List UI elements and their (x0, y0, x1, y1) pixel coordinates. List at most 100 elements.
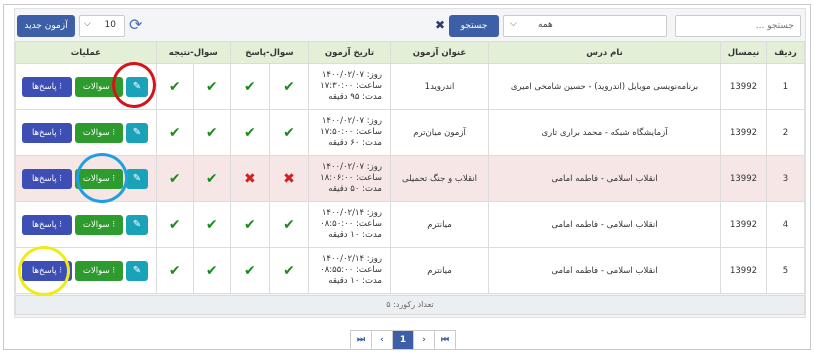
status-cell: ✔ (155, 109, 194, 156)
status-cell: ✔ (229, 247, 270, 294)
edit-icon[interactable]: ✎ (126, 260, 148, 281)
check-icon: ✔ (243, 262, 256, 279)
col-header-course: نام درس (488, 41, 721, 64)
row-date-time: ساعت: ۰۸:۵۰:۰۰ (320, 219, 382, 229)
row-course: انقلاب اسلامی - فاطمه امامی (488, 247, 721, 294)
check-icon: ✔ (283, 262, 295, 279)
toolbar: همه ⌵ جستجو ✖ آزمون جدید 10 ⌵ ⟳ (15, 15, 805, 39)
row-date-time: ساعت: ۱۷:۵۰:۰۰ (320, 127, 382, 137)
row-title: اندروید1 (390, 63, 489, 110)
check-icon: ✔ (205, 170, 218, 187)
row-title: میانترم (390, 201, 489, 248)
col-header-index: ردیف (766, 41, 805, 64)
status-cell: ✔ (229, 109, 270, 156)
cross-icon: ✖ (283, 170, 295, 187)
row-index: 1 (766, 63, 805, 110)
row-term: 13992 (720, 155, 767, 202)
status-cell: ✔ (192, 63, 231, 110)
record-count: تعداد رکورد: ۵ (15, 295, 805, 315)
check-icon: ✔ (283, 78, 295, 95)
check-icon: ✔ (243, 78, 256, 95)
answers-button[interactable]: پاسخ‌ها ⁝ (22, 214, 72, 235)
check-icon: ✔ (243, 124, 256, 141)
answers-button[interactable]: پاسخ‌ها ⁝ (22, 122, 72, 143)
row-term: 13992 (720, 109, 767, 156)
edit-icon[interactable]: ✎ (126, 168, 148, 189)
refresh-icon[interactable]: ⟳ (129, 15, 142, 34)
row-operations: پاسخ‌ها ⁝ سوالات ⁝ ✎ (15, 109, 157, 156)
exam-list-panel: همه ⌵ جستجو ✖ آزمون جدید 10 ⌵ ⟳ ردیف نیم… (14, 8, 806, 318)
table-header-row: ردیف نیمسال نام درس عنوان آزمون تاریخ آز… (15, 41, 805, 64)
row-course: آزمایشگاه شبکه - محمد براری تاری (488, 109, 721, 156)
page-size-value: 10 (104, 20, 116, 30)
check-icon: ✔ (205, 216, 218, 233)
row-index: 3 (766, 155, 805, 202)
row-date: روز: ۱۴۰۰/۰۲/۰۷ ساعت: ۱۷:۳۰:۰۰ مدت: ۹۵ دقی… (308, 63, 391, 110)
row-date-duration: مدت: ۶۰ دقیقه (328, 138, 382, 148)
row-date: روز: ۱۴۰۰/۰۲/۰۷ ساعت: ۱۸:۰۶:۰۰ مدت: ۵۰ دقی… (308, 155, 391, 202)
next-page-button[interactable]: › (413, 330, 435, 350)
answers-button[interactable]: پاسخ‌ها ⁝ (22, 76, 72, 97)
questions-button[interactable]: سوالات ⁝ (75, 214, 123, 235)
row-term: 13992 (720, 247, 767, 294)
row-date-duration: مدت: ۵۰ دقیقه (328, 184, 382, 194)
annotation-blue-circle (76, 153, 128, 203)
status-cell: ✔ (192, 155, 231, 202)
row-index: 5 (766, 247, 805, 294)
col-header-question-answer: سوال-پاسخ (229, 41, 310, 64)
row-date-day: روز: ۱۴۰۰/۰۲/۰۷ (321, 70, 382, 80)
col-header-term: نیمسال (720, 41, 767, 64)
status-cell: ✔ (155, 63, 194, 110)
check-icon: ✔ (168, 170, 181, 187)
row-term: 13992 (720, 201, 767, 248)
row-date-day: روز: ۱۴۰۰/۰۲/۰۷ (321, 162, 382, 172)
row-date-time: ساعت: ۰۸:۵۵:۰۰ (320, 265, 382, 275)
questions-button[interactable]: سوالات ⁝ (75, 122, 123, 143)
row-date: روز: ۱۴۰۰/۰۲/۱۴ ساعت: ۰۸:۵۰:۰۰ مدت: ۱۰ دقی… (308, 201, 391, 248)
status-cell: ✔ (155, 155, 194, 202)
row-title: میانترم (390, 247, 489, 294)
row-date-duration: مدت: ۱۰ دقیقه (328, 230, 382, 240)
row-course: انقلاب اسلامی - فاطمه امامی (488, 201, 721, 248)
clear-filter-icon[interactable]: ✖ (435, 18, 445, 32)
page-1-button[interactable]: 1 (392, 330, 414, 350)
new-exam-button[interactable]: آزمون جدید (17, 15, 75, 37)
search-button[interactable]: جستجو (449, 15, 499, 37)
row-course: انقلاب اسلامی - فاطمه امامی (488, 155, 721, 202)
check-icon: ✔ (168, 262, 181, 279)
status-cell: ✖ (229, 155, 270, 202)
check-icon: ✔ (205, 262, 218, 279)
status-cell: ✔ (268, 201, 310, 248)
answers-button[interactable]: پاسخ‌ها ⁝ (22, 168, 72, 189)
row-term: 13992 (720, 63, 767, 110)
col-header-date: تاریخ آزمون (308, 41, 391, 64)
row-date-day: روز: ۱۴۰۰/۰۲/۱۴ (321, 208, 382, 218)
check-icon: ✔ (205, 78, 218, 95)
page-size-select[interactable]: 10 ⌵ (79, 15, 125, 37)
questions-button[interactable]: سوالات ⁝ (75, 260, 123, 281)
last-page-button[interactable]: ⏮ (434, 330, 456, 350)
row-date: روز: ۱۴۰۰/۰۲/۰۷ ساعت: ۱۷:۵۰:۰۰ مدت: ۶۰ دقی… (308, 109, 391, 156)
table-row: 5 13992 انقلاب اسلامی - فاطمه امامی میانترم… (15, 247, 805, 294)
row-index: 4 (766, 201, 805, 248)
status-cell: ✔ (192, 201, 231, 248)
check-icon: ✔ (205, 124, 218, 141)
status-cell: ✔ (155, 247, 194, 294)
filter-select[interactable]: همه ⌵ (503, 15, 667, 37)
search-input[interactable] (675, 15, 801, 37)
chevron-down-icon: ⌵ (84, 19, 91, 29)
row-date-time: ساعت: ۱۸:۰۶:۰۰ (320, 173, 382, 183)
status-cell: ✔ (192, 109, 231, 156)
edit-icon[interactable]: ✎ (126, 214, 148, 235)
first-page-button[interactable]: ⏭ (350, 330, 372, 350)
edit-icon[interactable]: ✎ (126, 122, 148, 143)
prev-page-button[interactable]: ‹ (371, 330, 393, 350)
annotation-yellow-circle (18, 246, 70, 296)
status-cell: ✔ (229, 63, 270, 110)
status-cell: ✔ (229, 201, 270, 248)
check-icon: ✔ (168, 78, 181, 95)
row-index: 2 (766, 109, 805, 156)
row-date-day: روز: ۱۴۰۰/۰۲/۱۴ (321, 254, 382, 264)
status-cell: ✖ (268, 155, 310, 202)
row-date-duration: مدت: ۱۰ دقیقه (328, 276, 382, 286)
